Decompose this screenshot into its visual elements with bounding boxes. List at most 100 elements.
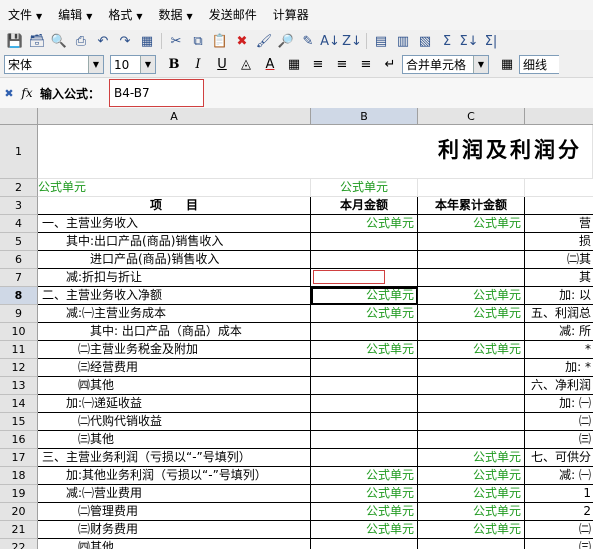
cell-c3[interactable]: 本年累计金额 bbox=[418, 197, 525, 215]
merge-cells-select[interactable]: 合并单元格 ▼ bbox=[402, 55, 489, 74]
row-header[interactable]: 9 bbox=[0, 305, 38, 323]
cell-b21[interactable]: 公式单元 bbox=[311, 521, 418, 539]
cell-b9[interactable]: 公式单元 bbox=[311, 305, 418, 323]
cancel-formula-icon[interactable]: ✖ bbox=[0, 87, 18, 100]
cell-a9[interactable]: 减:㈠主营业务成本 bbox=[38, 305, 311, 323]
cell-c17[interactable]: 公式单元 bbox=[418, 449, 525, 467]
column-header-a[interactable]: A bbox=[38, 108, 311, 125]
cell-a22[interactable]: ㈣其他 bbox=[38, 539, 311, 549]
replace-icon[interactable]: ✎ bbox=[297, 31, 319, 51]
row-header[interactable]: 4 bbox=[0, 215, 38, 233]
copy-icon[interactable]: ⧉ bbox=[187, 31, 209, 51]
cell-c11[interactable]: 公式单元 bbox=[418, 341, 525, 359]
row-header[interactable]: 22 bbox=[0, 539, 38, 549]
cell-d12[interactable]: 加: * bbox=[525, 359, 593, 377]
row-header[interactable]: 15 bbox=[0, 413, 38, 431]
paste-icon[interactable]: 📋 bbox=[209, 31, 231, 51]
bold-icon[interactable]: B bbox=[162, 55, 186, 75]
insert-column-icon[interactable]: ▥ bbox=[392, 31, 414, 51]
cell-c12[interactable] bbox=[418, 359, 525, 377]
cell-d6[interactable]: ㈡其 bbox=[525, 251, 593, 269]
row-header[interactable]: 21 bbox=[0, 521, 38, 539]
cell-d17[interactable]: 七、可供分 bbox=[525, 449, 593, 467]
cell-a19[interactable]: 减:㈠营业费用 bbox=[38, 485, 311, 503]
insert-row-icon[interactable]: ▤ bbox=[370, 31, 392, 51]
row-header[interactable]: 17 bbox=[0, 449, 38, 467]
print-icon[interactable]: ⎙ bbox=[70, 31, 92, 51]
font-size-select[interactable]: 10 ▼ bbox=[110, 55, 156, 74]
print-preview-icon[interactable]: 🔍 bbox=[48, 31, 70, 51]
border-style-icon[interactable]: ▦ bbox=[282, 55, 306, 75]
font-color-icon[interactable]: A bbox=[258, 55, 282, 75]
cell-c4[interactable]: 公式单元 bbox=[418, 215, 525, 233]
row-header[interactable]: 6 bbox=[0, 251, 38, 269]
row-header[interactable]: 1 bbox=[0, 125, 38, 179]
cell-b10[interactable] bbox=[311, 323, 418, 341]
row-header[interactable]: 8 bbox=[0, 287, 38, 305]
report-title-cell[interactable]: 利润及利润分 bbox=[38, 125, 593, 179]
align-center-icon[interactable]: ≡ bbox=[330, 55, 354, 75]
cell-a20[interactable]: ㈡管理费用 bbox=[38, 503, 311, 521]
row-header[interactable]: 18 bbox=[0, 467, 38, 485]
delete-row-icon[interactable]: ▧ bbox=[414, 31, 436, 51]
row-header[interactable]: 2 bbox=[0, 179, 38, 197]
sort-descending-icon[interactable]: Z↓ bbox=[341, 31, 363, 51]
cell-a16[interactable]: ㈢其他 bbox=[38, 431, 311, 449]
row-header[interactable]: 10 bbox=[0, 323, 38, 341]
function-icon[interactable]: fx bbox=[18, 86, 36, 100]
row-header[interactable]: 5 bbox=[0, 233, 38, 251]
cell-d22[interactable]: ㈢ bbox=[525, 539, 593, 549]
cell-a18[interactable]: 加:其他业务利润（亏损以“-”号填列） bbox=[38, 467, 311, 485]
cell-b5[interactable] bbox=[311, 233, 418, 251]
cell-b13[interactable] bbox=[311, 377, 418, 395]
cell-a7[interactable]: 减:折扣与折让 bbox=[38, 269, 311, 287]
cell-a8[interactable]: 二、主营业务收入净额 bbox=[38, 287, 311, 305]
row-header[interactable]: 19 bbox=[0, 485, 38, 503]
redo-icon[interactable]: ↷ bbox=[114, 31, 136, 51]
cell-a4[interactable]: 一、主营业务收入 bbox=[38, 215, 311, 233]
cell-c20[interactable]: 公式单元 bbox=[418, 503, 525, 521]
undo-icon[interactable]: ↶ bbox=[92, 31, 114, 51]
cell-b6[interactable] bbox=[311, 251, 418, 269]
menu-send-mail[interactable]: 发送邮件 bbox=[201, 0, 265, 30]
cell-b16[interactable] bbox=[311, 431, 418, 449]
cell-a13[interactable]: ㈣其他 bbox=[38, 377, 311, 395]
column-header-b[interactable]: B bbox=[311, 108, 418, 125]
align-left-icon[interactable]: ≡ bbox=[306, 55, 330, 75]
cell-d21[interactable]: ㈡ bbox=[525, 521, 593, 539]
sort-ascending-icon[interactable]: A↓ bbox=[319, 31, 341, 51]
cell-c2[interactable] bbox=[418, 179, 525, 197]
cell-d19[interactable]: 1 bbox=[525, 485, 593, 503]
cell-c16[interactable] bbox=[418, 431, 525, 449]
align-right-icon[interactable]: ≡ bbox=[354, 55, 378, 75]
cell-d5[interactable]: 损 bbox=[525, 233, 593, 251]
cell-c13[interactable] bbox=[418, 377, 525, 395]
cell-a5[interactable]: 其中:出口产品(商品)销售收入 bbox=[38, 233, 311, 251]
menu-format[interactable]: 格式 ▼ bbox=[100, 0, 150, 30]
fill-color-icon[interactable]: ◬ bbox=[234, 55, 258, 75]
cell-d4[interactable]: 营 bbox=[525, 215, 593, 233]
cell-a15[interactable]: ㈡代购代销收益 bbox=[38, 413, 311, 431]
cell-a2[interactable]: 公式单元 bbox=[38, 179, 311, 197]
cell-b22[interactable] bbox=[311, 539, 418, 549]
row-header[interactable]: 16 bbox=[0, 431, 38, 449]
menu-edit[interactable]: 编辑 ▼ bbox=[50, 0, 100, 30]
cell-c9[interactable]: 公式单元 bbox=[418, 305, 525, 323]
cell-c14[interactable] bbox=[418, 395, 525, 413]
underline-icon[interactable]: U bbox=[210, 55, 234, 75]
find-icon[interactable]: 🔎 bbox=[275, 31, 297, 51]
cell-a6[interactable]: 进口产品(商品)销售收入 bbox=[38, 251, 311, 269]
select-all-icon[interactable]: ▦ bbox=[136, 31, 158, 51]
cell-d7[interactable]: 其 bbox=[525, 269, 593, 287]
cell-c6[interactable] bbox=[418, 251, 525, 269]
italic-icon[interactable]: I bbox=[186, 55, 210, 75]
cell-d20[interactable]: 2 bbox=[525, 503, 593, 521]
cell-b8[interactable]: 公式单元 bbox=[311, 287, 418, 305]
row-header[interactable]: 13 bbox=[0, 377, 38, 395]
cell-b3[interactable]: 本月金额 bbox=[311, 197, 418, 215]
cell-d16[interactable]: ㈢ bbox=[525, 431, 593, 449]
cell-b2[interactable]: 公式单元 bbox=[311, 179, 418, 197]
menu-file[interactable]: 文件 ▼ bbox=[0, 0, 50, 30]
cell-c15[interactable] bbox=[418, 413, 525, 431]
delete-icon[interactable]: ✖ bbox=[231, 31, 253, 51]
